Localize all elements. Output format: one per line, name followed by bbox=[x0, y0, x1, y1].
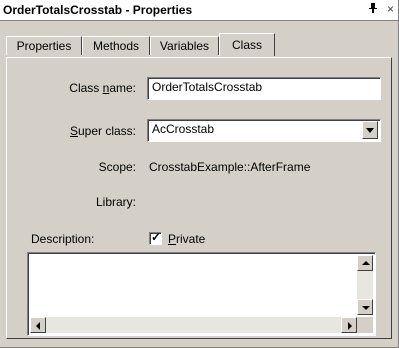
arrow-down-icon bbox=[362, 306, 370, 310]
window-title: OrderTotalsCrosstab - Properties bbox=[3, 3, 193, 17]
scroll-left-button[interactable] bbox=[30, 317, 46, 333]
vertical-scrollbar[interactable] bbox=[357, 255, 373, 315]
scrollbar-corner bbox=[357, 317, 373, 333]
tab-properties[interactable]: Properties bbox=[6, 36, 82, 55]
scope-label: Scope: bbox=[98, 160, 136, 174]
super-class-label: Super class: bbox=[69, 124, 136, 138]
arrow-up-icon bbox=[362, 261, 370, 265]
tab-variables[interactable]: Variables bbox=[150, 36, 219, 55]
private-checkbox[interactable]: ✓ bbox=[149, 230, 162, 245]
super-class-dropdown-button[interactable] bbox=[362, 121, 378, 139]
pin-icon[interactable] bbox=[368, 2, 378, 17]
arrow-left-icon bbox=[36, 322, 40, 330]
tab-class[interactable]: Class bbox=[219, 33, 275, 56]
class-name-input[interactable]: OrderTotalsCrosstab bbox=[147, 77, 381, 100]
chevron-down-icon bbox=[366, 128, 374, 133]
title-bar: OrderTotalsCrosstab - Properties × bbox=[0, 0, 398, 21]
description-label: Description: bbox=[31, 232, 95, 246]
tab-methods[interactable]: Methods bbox=[82, 36, 150, 55]
check-icon: ✓ bbox=[151, 230, 162, 244]
scroll-right-button[interactable] bbox=[341, 317, 357, 333]
arrow-right-icon bbox=[348, 322, 352, 330]
description-textarea[interactable] bbox=[27, 252, 376, 336]
library-label: Library: bbox=[95, 195, 136, 209]
private-label[interactable]: Private bbox=[168, 232, 205, 246]
properties-window: OrderTotalsCrosstab - Properties × Prope… bbox=[0, 0, 399, 348]
scope-value: CrosstabExample::AfterFrame bbox=[149, 160, 311, 174]
scroll-down-button[interactable] bbox=[357, 299, 373, 315]
super-class-select[interactable]: AcCrosstab bbox=[147, 119, 381, 142]
class-name-label: Class name: bbox=[69, 81, 136, 95]
horizontal-scrollbar[interactable] bbox=[30, 317, 357, 333]
close-icon[interactable]: × bbox=[387, 2, 394, 16]
scroll-up-button[interactable] bbox=[357, 255, 373, 271]
